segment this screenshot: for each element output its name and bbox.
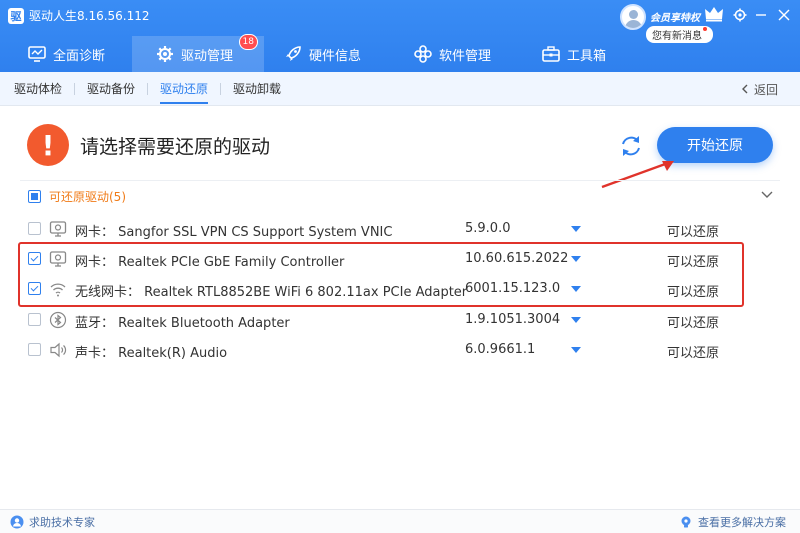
- version-dropdown-icon[interactable]: [571, 317, 581, 323]
- lightbulb-icon: [681, 516, 691, 528]
- message-label: 您有新消息: [652, 31, 702, 42]
- driver-version: 6.0.9661.1: [465, 342, 536, 357]
- app-title: 驱 驱动人生8.16.56.112: [8, 7, 150, 24]
- driver-checkbox[interactable]: [28, 343, 41, 356]
- driver-group-header[interactable]: 可还原驱动(5): [28, 187, 126, 205]
- driver-version: 1.9.1051.3004: [465, 312, 561, 327]
- driver-status: 可以还原: [667, 346, 720, 361]
- annotation-arrow: [601, 161, 674, 189]
- settings-icon[interactable]: [731, 6, 749, 24]
- avatar-icon[interactable]: [620, 4, 646, 30]
- warning-icon: !: [27, 124, 69, 166]
- message-dot-icon: [703, 27, 707, 31]
- driver-type: 声卡：: [75, 346, 115, 361]
- help-expert-label: 求助技术专家: [29, 516, 95, 529]
- tab-label: 全面诊断: [53, 48, 106, 64]
- driver-row[interactable]: 蓝牙： Realtek Bluetooth Adapter 1.9.1051.3…: [20, 305, 780, 335]
- tab-toolbox[interactable]: 工具箱: [522, 36, 640, 72]
- highlight-box: [18, 242, 744, 307]
- message-bubble[interactable]: 您有新消息: [646, 26, 713, 43]
- tab-diagnosis[interactable]: 全面诊断: [0, 36, 132, 72]
- minimize-icon[interactable]: [752, 6, 770, 24]
- more-solutions-label: 查看更多解决方案: [698, 516, 786, 529]
- driver-type: 网卡：: [75, 225, 115, 240]
- driver-checkbox[interactable]: [28, 313, 41, 326]
- driver-label: 声卡： Realtek(R) Audio: [75, 342, 227, 361]
- subtab-driver-uninstall[interactable]: 驱动卸载: [221, 72, 293, 106]
- tab-hardware-info[interactable]: 硬件信息: [264, 36, 394, 72]
- tab-label: 驱动管理: [181, 48, 234, 64]
- bluetooth-icon: [49, 311, 67, 329]
- tab-label: 工具箱: [567, 48, 607, 64]
- update-count-badge: 18: [238, 34, 258, 50]
- chevron-left-icon: [741, 84, 748, 94]
- rocket-icon: [286, 46, 301, 61]
- driver-type: 蓝牙：: [75, 316, 115, 331]
- tab-label: 软件管理: [439, 48, 492, 64]
- group-label: 可还原驱动(5): [49, 189, 126, 204]
- tab-software-manage[interactable]: 软件管理: [394, 36, 522, 72]
- gear-icon: [157, 46, 173, 62]
- app-logo-icon: 驱: [8, 7, 24, 24]
- header-divider: [20, 180, 780, 181]
- driver-status: 可以还原: [667, 225, 720, 240]
- driver-checkbox[interactable]: [28, 222, 41, 235]
- vip-label[interactable]: 会员享特权: [650, 9, 700, 24]
- version-dropdown-icon[interactable]: [571, 226, 581, 232]
- back-label: 返回: [753, 82, 778, 97]
- speaker-icon: [50, 342, 67, 358]
- driver-name: Sangfor SSL VPN CS Support System VNIC: [118, 225, 393, 240]
- sub-nav: 驱动体检 驱动备份 驱动还原 驱动卸载 返回: [0, 72, 800, 106]
- footer-bar: 求助技术专家 查看更多解决方案: [0, 509, 800, 533]
- apps-icon: [414, 45, 432, 63]
- tab-driver-manage[interactable]: 驱动管理 18: [132, 34, 264, 72]
- main-nav: 全面诊断 驱动管理 18 硬件信息 软件管理 工具箱: [0, 34, 640, 72]
- expert-avatar-icon: [10, 515, 24, 529]
- title-bar: 驱 驱动人生8.16.56.112 会员享特权 您有新消息 全面诊断 驱动管理 …: [0, 0, 800, 72]
- group-checkbox[interactable]: [28, 189, 41, 203]
- subtab-driver-backup[interactable]: 驱动备份: [75, 72, 147, 106]
- monitor-icon: [28, 46, 46, 62]
- page-title: 请选择需要还原的驱动: [80, 136, 271, 158]
- subtab-driver-check[interactable]: 驱动体检: [0, 72, 74, 106]
- network-card-icon: [49, 221, 67, 237]
- help-expert-link[interactable]: 求助技术专家: [10, 514, 95, 530]
- tab-label: 硬件信息: [309, 48, 362, 64]
- subtab-driver-restore[interactable]: 驱动还原: [148, 72, 220, 106]
- driver-row[interactable]: 声卡： Realtek(R) Audio 6.0.9661.1 可以还原: [20, 335, 780, 365]
- driver-version: 5.9.0.0: [465, 221, 511, 236]
- toolbox-icon: [542, 46, 560, 62]
- driver-name: Realtek(R) Audio: [118, 346, 228, 361]
- driver-name: Realtek Bluetooth Adapter: [118, 316, 290, 331]
- app-title-text: 驱动人生8.16.56.112: [29, 9, 150, 23]
- crown-icon[interactable]: [704, 6, 724, 22]
- version-dropdown-icon[interactable]: [571, 347, 581, 353]
- chevron-down-icon[interactable]: [760, 190, 774, 200]
- driver-status: 可以还原: [667, 316, 720, 331]
- close-icon[interactable]: [775, 6, 793, 24]
- more-solutions-link[interactable]: 查看更多解决方案: [679, 514, 786, 530]
- driver-label: 蓝牙： Realtek Bluetooth Adapter: [75, 312, 290, 331]
- back-button[interactable]: 返回: [740, 72, 778, 106]
- driver-label: 网卡： Sangfor SSL VPN CS Support System VN…: [75, 221, 392, 240]
- driver-row[interactable]: 网卡： Sangfor SSL VPN CS Support System VN…: [20, 214, 780, 244]
